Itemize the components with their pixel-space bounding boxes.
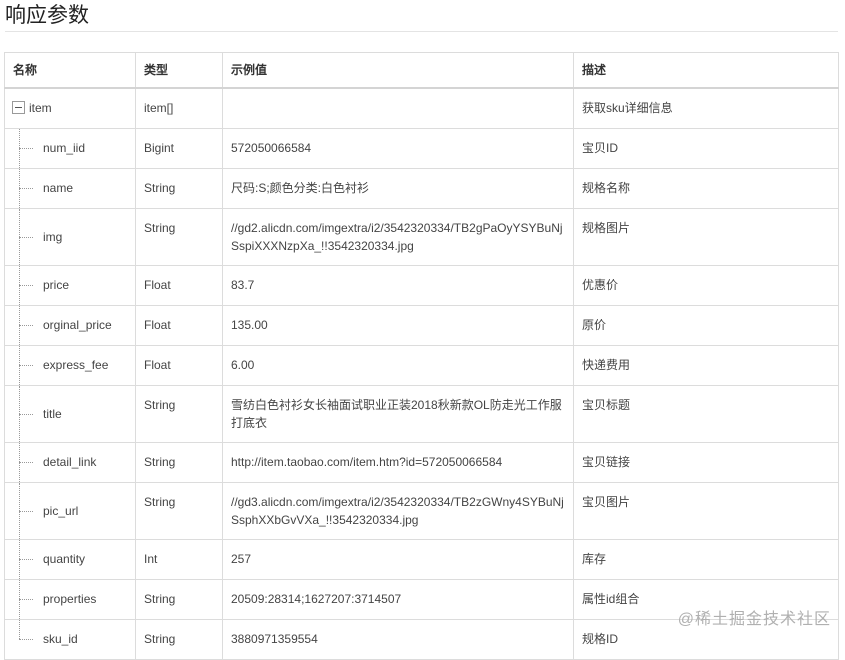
- tree-branch: [19, 639, 33, 640]
- row-example: //gd2.alicdn.com/imgextra/i2/3542320334/…: [222, 207, 574, 266]
- row-example: 尺码:S;颜色分类:白色衬衫: [222, 167, 574, 209]
- tree-branch: [19, 188, 33, 189]
- row-name: quantity: [43, 552, 86, 566]
- row-example: 雪纺白色衬衫女长袖面试职业正装2018秋新款OL防走光工作服打底衣: [222, 384, 574, 443]
- row-example: 572050066584: [222, 127, 574, 169]
- row-name: sku_id: [43, 632, 78, 646]
- name-cell: name: [4, 167, 136, 209]
- row-type: Bigint: [135, 127, 223, 169]
- table-row: img String//gd2.alicdn.com/imgextra/i2/35…: [4, 207, 839, 266]
- row-name: pic_url: [43, 503, 79, 518]
- row-example: [222, 87, 574, 129]
- row-example: 83.7: [222, 264, 574, 306]
- name-cell: sku_id: [4, 618, 136, 660]
- row-example: 3880971359554: [222, 618, 574, 660]
- row-type: Int: [135, 538, 223, 580]
- tree-branch: [19, 148, 33, 149]
- tree-branch: [19, 510, 33, 512]
- tree-branch: [19, 599, 33, 600]
- row-example: 135.00: [222, 304, 574, 346]
- tree-branch: [19, 462, 33, 463]
- row-name: price: [43, 278, 70, 292]
- row-type: String: [135, 618, 223, 660]
- row-example: //gd3.alicdn.com/imgextra/i2/3542320334/…: [222, 481, 574, 540]
- tree-branch: [19, 559, 33, 560]
- title-divider: [5, 31, 838, 32]
- row-name: img: [43, 229, 63, 244]
- table-row: quantity Int 257 库存: [4, 538, 839, 580]
- row-desc: 规格名称: [573, 167, 839, 209]
- row-type: String: [135, 207, 223, 266]
- row-desc: 宝贝标题: [573, 384, 839, 443]
- row-name: detail_link: [43, 455, 97, 469]
- row-example: 257: [222, 538, 574, 580]
- table-row: orginal_price Float 135.00 原价: [4, 304, 839, 346]
- section-title: 响应参数: [5, 4, 89, 27]
- row-desc: 规格图片: [573, 207, 839, 266]
- name-cell: properties: [4, 578, 136, 620]
- row-name: title: [43, 406, 62, 421]
- row-name: express_fee: [43, 358, 109, 372]
- header-name: 名称: [4, 52, 136, 89]
- table-row: title String 雪纺白色衬衫女长袖面试职业正装2018秋新款OL防走光工作…: [4, 384, 839, 443]
- name-cell: title: [4, 384, 136, 443]
- row-desc: 原价: [573, 304, 839, 346]
- name-cell: pic_url: [4, 481, 136, 540]
- name-cell: num_iid: [4, 127, 136, 169]
- tree-branch: [19, 325, 33, 326]
- table-row: num_iid Bigint 572050066584 宝贝ID: [4, 127, 839, 169]
- row-type: Float: [135, 264, 223, 306]
- table-row-root: item item[] 获取sku详细信息: [4, 87, 839, 129]
- row-desc: 库存: [573, 538, 839, 580]
- name-cell: price: [4, 264, 136, 306]
- row-desc: 优惠价: [573, 264, 839, 306]
- table-row: name String 尺码:S;颜色分类:白色衬衫 规格名称: [4, 167, 839, 209]
- tree-branch: [19, 285, 33, 286]
- table-row: price Float 83.7 优惠价: [4, 264, 839, 306]
- row-type: String: [135, 441, 223, 483]
- collapse-minus-icon[interactable]: [12, 101, 25, 115]
- response-params-table: 名称 类型 示例值 描述 item item[] 获取sku详细信息 num_i…: [4, 52, 839, 660]
- row-type: String: [135, 578, 223, 620]
- name-cell: detail_link: [4, 441, 136, 483]
- header-desc: 描述: [573, 52, 839, 89]
- row-desc: 获取sku详细信息: [573, 87, 839, 129]
- row-desc: 宝贝ID: [573, 127, 839, 169]
- table-header-row: 名称 类型 示例值 描述: [4, 52, 839, 89]
- tree-branch: [19, 236, 33, 238]
- row-name: name: [43, 181, 74, 195]
- watermark: @稀土掘金技术社区: [677, 611, 831, 628]
- name-cell: orginal_price: [4, 304, 136, 346]
- row-name: item: [29, 101, 52, 116]
- row-type: String: [135, 167, 223, 209]
- name-cell: img: [4, 207, 136, 266]
- row-example: 6.00: [222, 344, 574, 386]
- header-example: 示例值: [222, 52, 574, 89]
- row-name: num_iid: [43, 141, 86, 155]
- tree-branch: [19, 365, 33, 366]
- row-name: orginal_price: [43, 318, 112, 332]
- tree-connector: [19, 619, 20, 639]
- table-row: express_fee Float 6.00 快递费用: [4, 344, 839, 386]
- row-desc: 宝贝图片: [573, 481, 839, 540]
- name-cell: quantity: [4, 538, 136, 580]
- tree-branch: [19, 413, 33, 415]
- row-type: Float: [135, 304, 223, 346]
- row-type: Float: [135, 344, 223, 386]
- row-name: properties: [43, 592, 97, 606]
- row-type: String: [135, 481, 223, 540]
- root-name-cell: item: [4, 87, 136, 129]
- table-row: pic_url String//gd3.alicdn.com/imgextra/i…: [4, 481, 839, 540]
- row-type: String: [135, 384, 223, 443]
- row-example: http://item.taobao.com/item.htm?id=57205…: [222, 441, 574, 483]
- row-desc: 快递费用: [573, 344, 839, 386]
- name-cell: express_fee: [4, 344, 136, 386]
- table-row: detail_link String http://item.taobao.com/…: [4, 441, 839, 483]
- row-type: item[]: [135, 87, 223, 129]
- header-type: 类型: [135, 52, 223, 89]
- row-example: 20509:28314;1627207:3714507: [222, 578, 574, 620]
- row-desc: 宝贝链接: [573, 441, 839, 483]
